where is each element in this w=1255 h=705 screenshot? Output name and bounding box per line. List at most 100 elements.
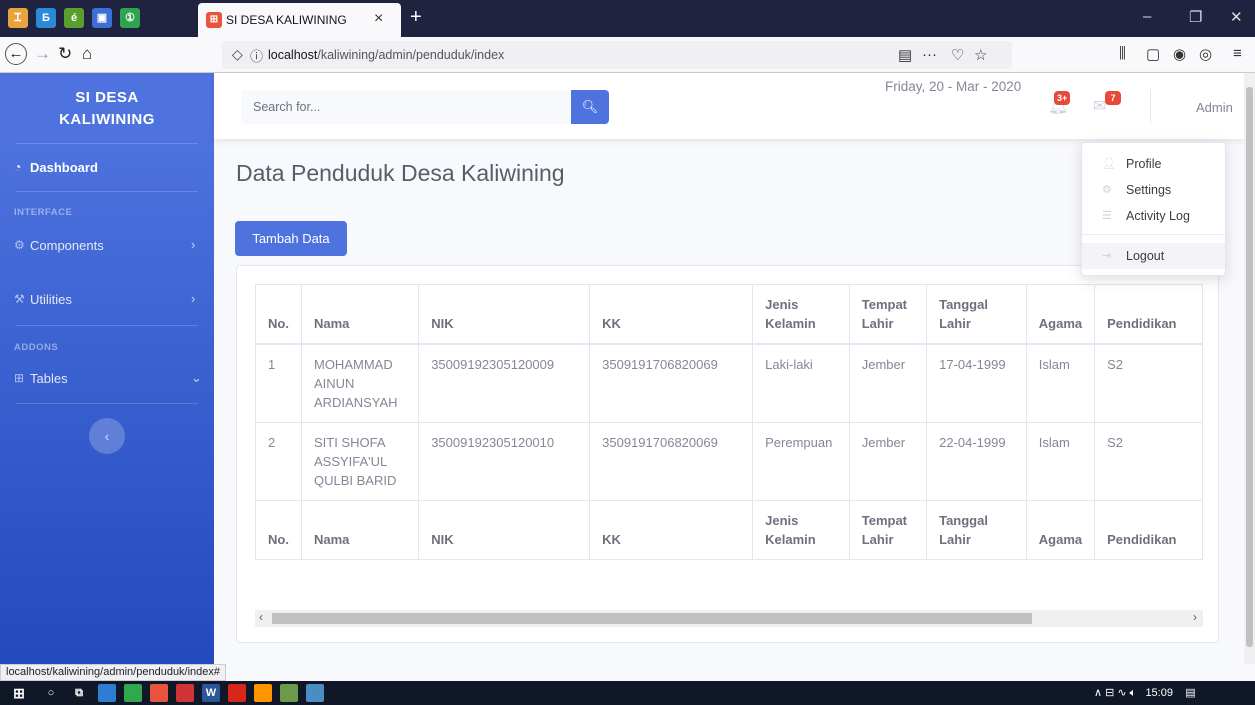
table-cell: 3509191706820069 bbox=[589, 343, 754, 423]
address-bar[interactable]: ◇ ⓘ localhost/kaliwining/admin/penduduk/… bbox=[222, 41, 1012, 69]
firefox-icon[interactable] bbox=[254, 684, 272, 702]
notification-icon[interactable]: ▤ bbox=[1185, 687, 1195, 699]
sidebar-item-utilities[interactable]: ⚒ Utilities › bbox=[0, 281, 214, 321]
home-icon[interactable]: ⌂ bbox=[82, 44, 92, 64]
column-header[interactable]: Tempat Lahir bbox=[848, 284, 928, 345]
column-header[interactable]: Tanggal Lahir bbox=[926, 500, 1027, 560]
file-explorer-icon[interactable] bbox=[98, 684, 116, 702]
reader-view-icon[interactable]: ▤ bbox=[898, 46, 912, 64]
sidebar-brand[interactable]: SI DESA KALIWINING bbox=[0, 87, 214, 131]
scroll-left-icon[interactable]: ‹ bbox=[259, 610, 263, 624]
reload-icon[interactable]: ↻ bbox=[58, 44, 72, 64]
column-header[interactable]: No. bbox=[255, 500, 302, 560]
scrollbar-thumb[interactable] bbox=[272, 613, 1032, 624]
pinned-tab-icon[interactable]: Б bbox=[36, 8, 56, 28]
sidebar: SI DESA KALIWINING ◔ Dashboard INTERFACE… bbox=[0, 73, 214, 664]
table-container[interactable]: No. Nama NIK KK Jenis Kelamin Tempat Lahir Tan… bbox=[255, 284, 1203, 600]
user-name[interactable]: Admin bbox=[1196, 100, 1233, 115]
account-icon[interactable]: ◉ bbox=[1173, 45, 1186, 63]
page-scrollbar[interactable] bbox=[1244, 73, 1255, 664]
column-header[interactable]: KK bbox=[589, 284, 754, 345]
chevron-right-icon: › bbox=[191, 291, 196, 306]
windows-start-icon[interactable]: ⊞ bbox=[10, 684, 28, 702]
url-path: /kaliwining/admin/penduduk/index bbox=[317, 48, 505, 62]
back-icon[interactable]: ← bbox=[5, 43, 27, 65]
sidebar-toggle-button[interactable]: ‹ bbox=[89, 418, 125, 454]
add-data-button[interactable]: Tambah Data bbox=[235, 221, 347, 256]
shield-icon[interactable]: ◇ bbox=[232, 46, 243, 63]
dropdown-item-label: Settings bbox=[1126, 183, 1172, 197]
pinned-tab-icon[interactable]: ▣ bbox=[92, 8, 112, 28]
column-header[interactable]: Nama bbox=[300, 500, 420, 560]
system-tray[interactable]: ∧ ⊟ ∿ 🔈︎ 15:09 ▤ bbox=[1094, 686, 1196, 700]
pinned-tab-icon[interactable]: Ꮖ bbox=[8, 8, 28, 28]
column-header[interactable]: NIK bbox=[418, 500, 591, 560]
column-header[interactable]: Tanggal Lahir bbox=[926, 284, 1027, 345]
app-icon[interactable] bbox=[176, 684, 194, 702]
column-header[interactable]: No. bbox=[255, 284, 302, 345]
column-header[interactable]: Pendidikan bbox=[1094, 500, 1203, 560]
column-header[interactable]: KK bbox=[589, 500, 754, 560]
column-header[interactable]: Jenis Kelamin bbox=[752, 284, 850, 345]
dropdown-item-logout[interactable]: ⇥ Logout bbox=[1082, 243, 1225, 269]
new-tab-button[interactable]: + bbox=[410, 6, 422, 29]
table-cell: Islam bbox=[1025, 343, 1096, 423]
notepad-icon[interactable] bbox=[306, 684, 324, 702]
sidebar-toggle-icon[interactable]: ▢ bbox=[1146, 45, 1160, 63]
window-close-icon[interactable]: ✕ bbox=[1230, 8, 1243, 26]
pinned-tab-icon[interactable]: ① bbox=[120, 8, 140, 28]
xampp-icon[interactable] bbox=[150, 684, 168, 702]
column-header[interactable]: Agama bbox=[1025, 284, 1096, 345]
forward-icon[interactable]: → bbox=[34, 44, 51, 64]
messages-button[interactable]: ✉︎ 7 bbox=[1091, 73, 1121, 139]
dropdown-item-activity-log[interactable]: ☰ Activity Log bbox=[1082, 203, 1225, 229]
status-url: localhost/kaliwining/admin/penduduk/inde… bbox=[0, 664, 227, 681]
sidebar-item-dashboard[interactable]: ◔ Dashboard bbox=[0, 149, 214, 189]
pinned-tab-icon[interactable]: é bbox=[64, 8, 84, 28]
maximize-icon[interactable]: ❐ bbox=[1189, 8, 1202, 26]
horizontal-scrollbar[interactable]: ‹ › bbox=[255, 610, 1203, 627]
more-actions-icon[interactable]: ··· bbox=[922, 46, 937, 63]
sidebar-item-tables[interactable]: ⊞ Tables ⌄ bbox=[0, 360, 214, 400]
column-header[interactable]: Jenis Kelamin bbox=[752, 500, 850, 560]
url-host: localhost bbox=[268, 48, 318, 62]
menu-icon[interactable]: ≡ bbox=[1233, 45, 1242, 62]
sidebar-divider bbox=[16, 403, 198, 404]
search-icon[interactable]: ○ bbox=[42, 684, 60, 702]
task-view-icon[interactable]: ⧉ bbox=[70, 684, 88, 702]
column-header[interactable]: NIK bbox=[418, 284, 591, 345]
scroll-right-icon[interactable]: › bbox=[1193, 610, 1197, 624]
table-cell: 17-04-1999 bbox=[926, 343, 1027, 423]
browser-tab[interactable]: ⊞ SI DESA KALIWINING × bbox=[198, 3, 401, 37]
column-header[interactable]: Agama bbox=[1025, 500, 1096, 560]
search-input[interactable] bbox=[241, 90, 571, 124]
minimize-icon[interactable]: – bbox=[1143, 8, 1151, 25]
table-header-row: No. Nama NIK KK Jenis Kelamin Tempat Lahir Tan… bbox=[255, 284, 1203, 345]
acrobat-icon[interactable] bbox=[228, 684, 246, 702]
maps-icon[interactable] bbox=[124, 684, 142, 702]
search-button[interactable]: 🔍︎ bbox=[571, 90, 609, 124]
library-icon[interactable]: ⫼ bbox=[1119, 45, 1126, 62]
info-icon[interactable]: ⓘ bbox=[250, 46, 263, 65]
bookmark-star-icon[interactable]: ☆ bbox=[974, 46, 987, 64]
topbar-divider bbox=[1150, 89, 1151, 123]
column-header[interactable]: Nama bbox=[300, 284, 420, 345]
column-header[interactable]: Pendidikan bbox=[1094, 284, 1203, 345]
dropdown-item-profile[interactable]: 👤︎ Profile bbox=[1082, 151, 1225, 177]
dropdown-divider bbox=[1082, 234, 1225, 235]
sidebar-heading-addons: ADDONS bbox=[14, 342, 59, 353]
scrollbar-thumb[interactable] bbox=[1246, 87, 1253, 647]
paint-icon[interactable] bbox=[280, 684, 298, 702]
pocket-icon[interactable]: ♡ bbox=[951, 46, 964, 64]
penduduk-table: No. Nama NIK KK Jenis Kelamin Tempat Lahir Tan… bbox=[255, 284, 1203, 560]
column-header[interactable]: Tempat Lahir bbox=[848, 500, 928, 560]
alerts-button[interactable]: 🔔︎ 3+ bbox=[1044, 73, 1074, 139]
table-cell: MOHAMMAD AINUN ARDIANSYAH bbox=[300, 343, 420, 423]
extension-icon[interactable]: ◎ bbox=[1199, 45, 1212, 63]
sidebar-item-components[interactable]: ⚙ Components › bbox=[0, 227, 214, 267]
dropdown-item-settings[interactable]: ⚙︎ Settings bbox=[1082, 177, 1225, 203]
table-cell: Perempuan bbox=[752, 422, 850, 501]
table-cell: 35009192305120010 bbox=[418, 422, 591, 501]
tab-close-icon[interactable]: × bbox=[374, 10, 383, 28]
word-icon[interactable]: W bbox=[202, 684, 220, 702]
